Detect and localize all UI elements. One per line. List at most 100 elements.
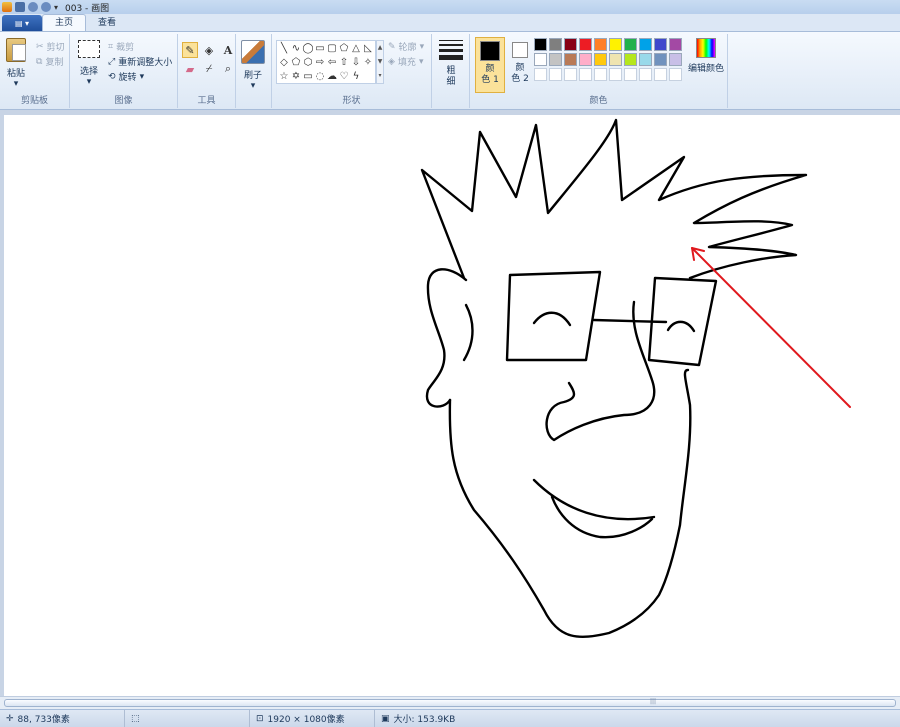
select-button[interactable]: 选择 ▾ — [78, 40, 100, 87]
palette-swatch[interactable] — [654, 53, 667, 66]
outline-dropdown-icon: ▾ — [419, 41, 425, 52]
save-icon[interactable] — [15, 2, 25, 12]
palette-swatch[interactable] — [654, 68, 667, 81]
palette-swatch[interactable] — [549, 38, 562, 51]
undo-icon[interactable] — [28, 2, 38, 12]
right-arrow-shape-icon[interactable]: ⇨ — [314, 56, 326, 70]
palette-swatch[interactable] — [564, 38, 577, 51]
paste-button[interactable]: 粘贴 ▾ — [6, 38, 26, 89]
palette-swatch[interactable] — [639, 53, 652, 66]
pencil-tool[interactable]: ✎ — [182, 42, 198, 58]
select-dropdown-icon: ▾ — [86, 77, 92, 87]
shapes-scrollbar[interactable]: ▲ ▼ ▾ — [376, 40, 384, 84]
scissors-icon: ✂ — [36, 41, 44, 52]
color1-button[interactable]: 颜 色 1 — [475, 37, 505, 93]
palette-swatch[interactable] — [594, 68, 607, 81]
image-dimensions: ⊡ 1920 × 1080像素 — [250, 710, 375, 727]
app-menu-button[interactable]: ▤ ▾ — [2, 15, 42, 31]
eraser-tool[interactable]: ▰ — [182, 61, 198, 77]
oval-callout-shape-icon[interactable]: ◌ — [314, 70, 326, 84]
size-label-thin: 细 — [446, 77, 456, 87]
hexagon-shape-icon[interactable]: ⬡ — [302, 56, 314, 70]
text-tool[interactable]: A — [220, 42, 236, 58]
palette-swatch[interactable] — [639, 38, 652, 51]
curve-shape-icon[interactable]: ∿ — [290, 42, 302, 56]
lightning-shape-icon[interactable]: ϟ — [350, 70, 362, 84]
palette-swatch[interactable] — [624, 38, 637, 51]
palette-swatch[interactable] — [654, 38, 667, 51]
palette-swatch[interactable] — [564, 68, 577, 81]
palette-swatch[interactable] — [549, 53, 562, 66]
fill-button[interactable]: ◈ 填充 ▾ — [388, 55, 423, 69]
outline-button[interactable]: ✎ 轮廓 ▾ — [388, 40, 425, 54]
quick-access-dropdown-icon[interactable]: ▾ — [54, 3, 58, 12]
size-button[interactable]: 粗 细 — [439, 40, 463, 88]
tab-view[interactable]: 查看 — [86, 15, 128, 31]
size-label-thick: 粗 — [446, 66, 456, 76]
horizontal-scrollbar[interactable]: ||| — [0, 696, 900, 709]
four-point-star-shape-icon[interactable]: ✧ — [362, 56, 374, 70]
triangle-shape-icon[interactable]: △ — [350, 42, 362, 56]
magnifier-tool[interactable]: ⌕ — [220, 61, 236, 77]
palette-swatch[interactable] — [594, 38, 607, 51]
five-point-star-shape-icon[interactable]: ☆ — [278, 70, 290, 84]
palette-swatch[interactable] — [609, 38, 622, 51]
heart-shape-icon[interactable]: ♡ — [338, 70, 350, 84]
line-shape-icon[interactable]: ╲ — [278, 42, 290, 56]
palette-swatch[interactable] — [564, 53, 577, 66]
tab-home[interactable]: 主页 — [42, 14, 87, 31]
palette-swatch[interactable] — [534, 53, 547, 66]
horizontal-scroll-thumb[interactable] — [4, 699, 896, 707]
rotate-button[interactable]: ⟲ 旋转 ▾ — [108, 70, 144, 84]
paint-app-icon[interactable] — [2, 2, 12, 12]
left-arrow-shape-icon[interactable]: ⇦ — [326, 56, 338, 70]
down-arrow-shape-icon[interactable]: ⇩ — [350, 56, 362, 70]
palette-swatch[interactable] — [594, 53, 607, 66]
palette-swatch[interactable] — [579, 53, 592, 66]
brushes-button[interactable]: 刷子 ▾ — [241, 40, 265, 91]
up-arrow-shape-icon[interactable]: ⇧ — [338, 56, 350, 70]
drawing-canvas[interactable] — [4, 115, 900, 696]
palette-swatch[interactable] — [534, 68, 547, 81]
cut-button[interactable]: ✂ 剪切 — [36, 40, 65, 54]
rect-callout-shape-icon[interactable]: ▭ — [302, 70, 314, 84]
image-dimensions-text: 1920 × 1080像素 — [267, 715, 345, 725]
text-icon: A — [223, 43, 233, 57]
color1-label-line2: 色 1 — [481, 75, 499, 85]
rounded-rectangle-shape-icon[interactable]: ▢ — [326, 42, 338, 56]
palette-swatch[interactable] — [639, 68, 652, 81]
palette-swatch[interactable] — [669, 68, 682, 81]
palette-swatch[interactable] — [624, 53, 637, 66]
rectangle-shape-icon[interactable]: ▭ — [314, 42, 326, 56]
resize-label: 重新调整大小 — [118, 58, 173, 68]
diamond-shape-icon[interactable]: ◇ — [278, 56, 290, 70]
cloud-callout-shape-icon[interactable]: ☁ — [326, 70, 338, 84]
edit-colors-button[interactable]: 编辑颜色 — [688, 38, 724, 74]
app-menu-icon: ▤ ▾ — [14, 18, 30, 28]
palette-swatch[interactable] — [534, 38, 547, 51]
tools-group-label: 工具 — [197, 96, 216, 106]
oval-shape-icon[interactable]: ◯ — [302, 42, 314, 56]
palette-swatch[interactable] — [549, 68, 562, 81]
polygon-shape-icon[interactable]: ⬠ — [338, 42, 350, 56]
palette-swatch[interactable] — [579, 38, 592, 51]
palette-swatch[interactable] — [669, 53, 682, 66]
color2-button[interactable]: 颜 色 2 — [507, 37, 533, 93]
crop-button[interactable]: ⌗ 裁剪 — [108, 40, 134, 54]
redo-icon[interactable] — [41, 2, 51, 12]
palette-swatch[interactable] — [669, 38, 682, 51]
select-label: 选择 — [79, 67, 98, 77]
fill-tool[interactable]: ◈ — [201, 42, 217, 58]
six-point-star-shape-icon[interactable]: ✡ — [290, 70, 302, 84]
palette-swatch[interactable] — [579, 68, 592, 81]
resize-button[interactable]: ⤢ 重新调整大小 — [108, 55, 173, 69]
palette-swatch[interactable] — [609, 68, 622, 81]
palette-swatch[interactable] — [609, 53, 622, 66]
right-triangle-shape-icon[interactable]: ◺ — [362, 42, 374, 56]
pentagon-shape-icon[interactable]: ⬠ — [290, 56, 302, 70]
palette-swatch[interactable] — [624, 68, 637, 81]
nose — [545, 300, 656, 442]
copy-button[interactable]: ⧉ 复制 — [36, 55, 63, 69]
color-picker-tool[interactable]: ⌿ — [201, 61, 217, 77]
ribbon: 粘贴 ▾ ✂ 剪切 ⧉ 复制 剪贴板 选择 ▾ ⌗ 裁剪 ⤢ 重新调整大小 ⟲ … — [0, 32, 900, 110]
